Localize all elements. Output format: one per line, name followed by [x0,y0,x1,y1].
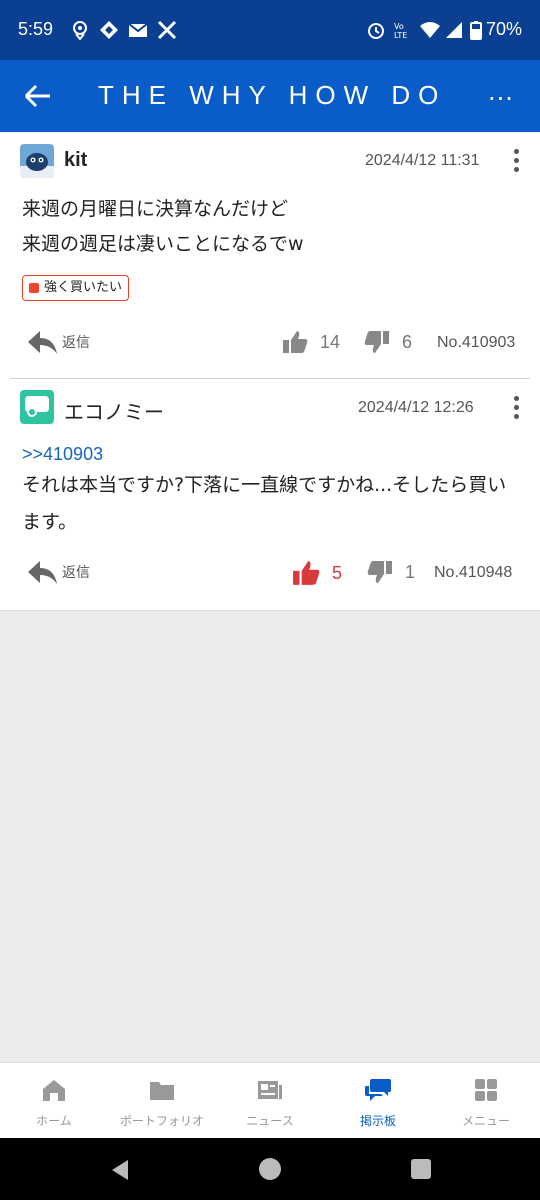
nav-portfolio[interactable]: ポートフォリオ [108,1063,216,1139]
reply-button[interactable]: 返信 [26,558,90,586]
dislike-count: 1 [405,561,416,582]
battery-percentage: 70% [486,19,523,39]
nav-board-label: 掲示板 [359,1114,396,1128]
like-count: 5 [332,562,343,583]
diamond-icon [100,21,118,39]
reply-label: 返信 [62,335,90,351]
reply-label: 返信 [62,565,90,581]
title-ellipsis: ... [488,78,514,106]
more-options-icon[interactable] [506,396,526,422]
mail-icon [128,23,148,37]
dislike-button[interactable]: 6 [364,330,412,354]
more-options-icon[interactable] [506,149,526,175]
x-logo-icon [157,20,177,40]
like-button[interactable]: 5 [292,560,342,586]
post-list: kit 2024/4/12 11:31 来週の月曜日に決算なんだけど 来週の週足… [0,132,540,611]
post-number[interactable]: No.410903 [437,334,515,352]
post-text-line: ます。 [22,511,78,533]
status-time: 5:59 [18,19,54,39]
post-divider [10,378,530,379]
username[interactable]: kit [64,149,87,172]
back-arrow-icon[interactable] [22,82,52,110]
post-actions: 返信 14 6 No.410903 [0,324,540,364]
reply-icon [28,561,57,584]
page-title: THE WHY HOW DO [98,80,447,110]
post-actions: 返信 5 1 No.410948 [0,554,540,594]
newspaper-icon [258,1081,282,1099]
nav-home-label: ホーム [36,1114,72,1128]
nav-portfolio-label: ポートフォリオ [119,1114,204,1128]
thumbs-up-icon [283,331,308,353]
reply-quote-link[interactable]: >>410903 [22,444,103,465]
system-home-icon[interactable] [258,1157,282,1181]
volte-icon: VoLTE [394,22,407,40]
svg-text:Vo: Vo [394,22,404,31]
dislike-button[interactable]: 1 [367,560,415,584]
post-text-line: 来週の週足は凄いことになるでw [22,233,304,255]
system-back-icon[interactable] [108,1158,132,1182]
alarm-icon [368,23,384,39]
bottom-navigation: ホーム ポートフォリオ ニュース 掲示板 メニュー [0,1062,540,1139]
battery-icon [470,21,482,40]
grid-icon [475,1079,497,1101]
svg-text:LTE: LTE [394,31,407,40]
signal-icon [446,22,462,38]
location-icon [73,21,87,40]
user-avatar[interactable] [20,144,54,178]
post-date: 2024/4/12 12:26 [358,399,474,416]
thumbs-up-icon [293,561,320,585]
status-bar: 5:59 Vo LTE 70% [0,0,540,60]
user-avatar[interactable] [20,390,54,424]
nav-news-label: ニュース [246,1114,294,1128]
post-text-line: それは本当ですか?下落に一直線ですかね...そしたら買い [22,474,507,496]
thumbs-down-icon [364,331,389,353]
app-bar: THE WHY HOW DO ... [0,60,540,132]
nav-menu-label: メニュー [461,1114,510,1128]
system-navigation-bar [0,1138,540,1200]
nav-board[interactable]: 掲示板 [324,1063,432,1139]
nav-home[interactable]: ホーム [0,1063,108,1139]
tag-dot-icon [29,283,39,293]
nav-news[interactable]: ニュース [216,1063,324,1139]
dislike-count: 6 [402,331,413,352]
system-recents-icon[interactable] [410,1158,432,1180]
reply-icon [28,331,57,354]
folder-icon [150,1082,174,1100]
nav-menu[interactable]: メニュー [432,1063,540,1139]
chat-icon [365,1079,391,1101]
post-date: 2024/4/12 11:31 [365,152,480,169]
sentiment-tag-label: 強く買いたい [44,280,123,295]
like-button[interactable]: 14 [282,330,340,354]
home-icon [43,1080,65,1101]
post-text-line: 来週の月曜日に決算なんだけど [22,198,289,220]
like-count: 14 [320,331,341,352]
post-number[interactable]: No.410948 [434,564,512,582]
sentiment-tag: 強く買いたい [22,275,130,301]
reply-button[interactable]: 返信 [26,328,90,356]
post-item: エコノミー 2024/4/12 12:26 >>410903 それは本当ですか?… [0,380,540,608]
thumbs-down-icon [367,561,392,583]
post-item: kit 2024/4/12 11:31 来週の月曜日に決算なんだけど 来週の週足… [0,132,540,377]
wifi-icon [420,22,440,38]
username[interactable]: エコノミー [64,396,164,425]
